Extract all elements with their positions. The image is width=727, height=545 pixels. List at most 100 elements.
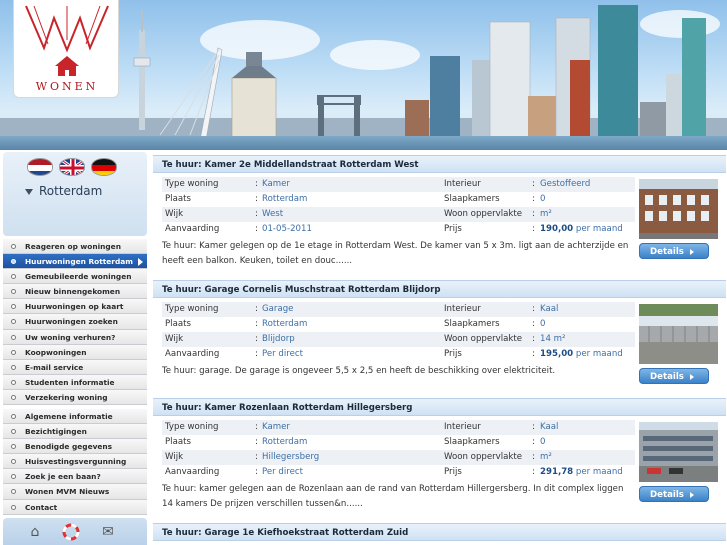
sidebar-item-nieuws[interactable]: Wonen MVM Nieuws <box>3 484 147 500</box>
sidebar-item-koopwoningen[interactable]: Koopwoningen <box>3 344 147 360</box>
bedrooms-value: 0 <box>540 319 546 329</box>
sidebar-quick-icons: ⌂ ✉ <box>3 518 147 545</box>
triangle-right-icon <box>689 248 694 255</box>
sidebar-item-label: Algemene informatie <box>25 412 113 421</box>
field-label: Interieur <box>444 179 481 189</box>
bullet-icon <box>11 414 16 419</box>
details-button[interactable]: Details <box>639 486 709 502</box>
home-icon[interactable]: ⌂ <box>25 522 45 542</box>
listing-row: Aanvaarding : 01-05-2011 Prijs : 190,00 … <box>162 222 635 237</box>
listing-title[interactable]: Te huur: Garage 1e Kiefhoekstraat Rotter… <box>153 523 726 541</box>
sidebar-item-bezichtigingen[interactable]: Bezichtigingen <box>3 424 147 440</box>
sidebar-item-kaart[interactable]: Huurwoningen op kaart <box>3 299 147 315</box>
separator: : <box>532 467 535 477</box>
lifebuoy-icon[interactable] <box>61 522 81 542</box>
separator: : <box>255 224 258 234</box>
field-label: Prijs <box>444 224 462 234</box>
bullet-icon <box>11 274 16 280</box>
listing-row: Aanvaarding : Per direct Prijs : 195,00 … <box>162 347 635 362</box>
sidebar-item-gegevens[interactable]: Benodigde gegevens <box>3 439 147 455</box>
field-label: Wijk <box>165 334 184 344</box>
separator: : <box>532 224 535 234</box>
interior-value: Gestoffeerd <box>540 179 591 189</box>
english-flag-icon[interactable] <box>59 158 85 176</box>
german-flag-icon[interactable] <box>91 158 117 176</box>
listing-title[interactable]: Te huur: Garage Cornelis Muschstraat Rot… <box>153 280 726 298</box>
separator: : <box>532 349 535 359</box>
bullet-icon <box>11 259 16 265</box>
separator: : <box>532 452 535 462</box>
sidebar-item-email-service[interactable]: E-mail service <box>3 359 147 375</box>
triangle-right-icon <box>689 373 694 380</box>
listing-title[interactable]: Te huur: Kamer Rozenlaan Rotterdam Hille… <box>153 398 726 416</box>
listing-row: Wijk : West Woon oppervlakte : m² <box>162 207 635 222</box>
separator: : <box>255 467 258 477</box>
triangle-down-icon <box>25 188 33 195</box>
sidebar-item-label: Nieuw binnengekomen <box>25 287 121 297</box>
field-label: Woon oppervlakte <box>444 334 523 344</box>
field-label: Slaapkamers <box>444 319 500 329</box>
dutch-flag-icon[interactable] <box>27 158 53 176</box>
separator: : <box>255 179 258 189</box>
area-value: 14 m² <box>540 334 566 344</box>
start-value: Per direct <box>262 349 303 359</box>
river <box>0 136 727 150</box>
listing-row: Type woning : Kamer Interieur : Kaal <box>162 420 635 435</box>
field-label: Plaats <box>165 194 191 204</box>
separator: : <box>532 209 535 219</box>
listing-row: Aanvaarding : Per direct Prijs : 291,78 … <box>162 465 635 480</box>
bullet-icon <box>11 334 16 340</box>
bullet-icon <box>11 504 16 510</box>
sidebar-item-zoeken[interactable]: Huurwoningen zoeken <box>3 314 147 330</box>
bullet-icon <box>11 394 16 400</box>
separator: : <box>532 179 535 189</box>
sidebar-item-reageren[interactable]: Reageren op woningen <box>3 239 147 255</box>
listing-photo[interactable] <box>639 304 718 364</box>
sidebar-item-nieuw[interactable]: Nieuw binnengekomen <box>3 284 147 300</box>
sidebar-item-contact[interactable]: Contact <box>3 499 147 515</box>
district-value: Hillegersberg <box>262 452 320 462</box>
sidebar-item-verhuren[interactable]: Uw woning verhuren? <box>3 329 147 345</box>
details-button[interactable]: Details <box>639 243 709 259</box>
listing-title[interactable]: Te huur: Kamer 2e Middellandstraat Rotte… <box>153 155 726 173</box>
details-button[interactable]: Details <box>639 368 709 384</box>
sidebar-item-label: Bezichtigingen <box>25 427 87 437</box>
district-value: Blijdorp <box>262 334 295 344</box>
sidebar-item-label: Gemeubileerde woningen <box>25 272 132 282</box>
area-value: m² <box>540 209 552 219</box>
sidebar-item-label: Studenten informatie <box>25 377 115 387</box>
sidebar-item-label: Uw woning verhuren? <box>25 332 116 342</box>
bullet-icon <box>11 459 16 465</box>
envelope-icon[interactable]: ✉ <box>98 522 118 542</box>
sidebar-item-baan[interactable]: Zoek je een baan? <box>3 469 147 485</box>
separator: : <box>255 304 258 314</box>
separator: : <box>532 194 535 204</box>
field-label: Interieur <box>444 422 481 432</box>
separator: : <box>255 452 258 462</box>
city-selector[interactable]: Rotterdam <box>25 184 125 200</box>
listing-photo[interactable] <box>639 179 718 239</box>
listing-card: Te huur: Garage 1e Kiefhoekstraat Rotter… <box>153 523 726 541</box>
sidebar-item-vergunning[interactable]: Huisvestingsvergunning <box>3 454 147 470</box>
listing-photo[interactable] <box>639 422 718 482</box>
sidebar-item-studenten[interactable]: Studenten informatie <box>3 374 147 390</box>
sidebar-item-huurwoningen-rotterdam[interactable]: Huurwoningen Rotterdam <box>3 254 147 270</box>
field-label: Plaats <box>165 319 191 329</box>
sidebar-item-gemeubileerd[interactable]: Gemeubileerde woningen <box>3 269 147 285</box>
listing-row: Wijk : Blijdorp Woon oppervlakte : 14 m² <box>162 332 635 347</box>
separator: : <box>255 334 258 344</box>
sidebar-item-verzekering[interactable]: Verzekering woning <box>3 389 147 406</box>
field-label: Wijk <box>165 209 184 219</box>
bullet-icon <box>11 364 16 370</box>
separator: : <box>255 422 258 432</box>
field-label: Prijs <box>444 467 462 477</box>
bullet-icon <box>11 429 16 435</box>
separator: : <box>255 349 258 359</box>
field-label: Plaats <box>165 437 191 447</box>
sidebar-item-algemeen[interactable]: Algemene informatie <box>3 409 147 425</box>
logo[interactable]: WONEN <box>13 0 119 98</box>
sidebar-item-label: Verzekering woning <box>25 392 108 402</box>
field-label: Interieur <box>444 304 481 314</box>
bedrooms-value: 0 <box>540 437 546 447</box>
bullet-icon <box>11 319 16 325</box>
